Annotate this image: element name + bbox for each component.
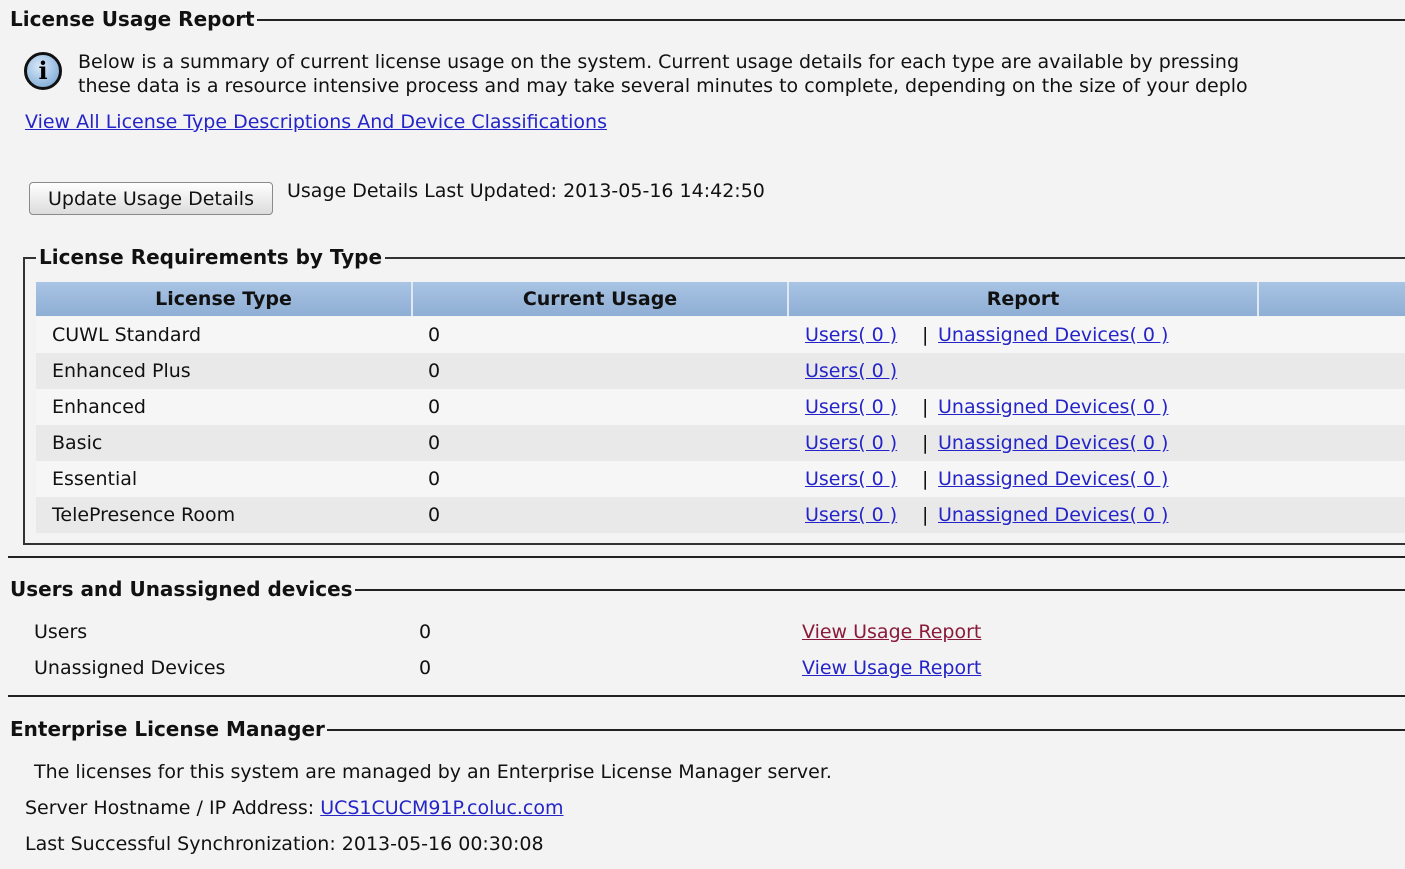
info-text-line1: Below is a summary of current license us… (78, 51, 1240, 73)
section-title-users-unassigned: Users and Unassigned devices (8, 577, 355, 601)
column-header-report: Report (789, 282, 1259, 316)
section-title-enterprise-license-manager: Enterprise License Manager (8, 717, 327, 741)
users-label: Users (34, 621, 88, 643)
license-type-cell: TelePresence Room (52, 504, 236, 526)
table-row: Basic 0 Users( 0 ) | Unassigned Devices(… (36, 425, 1405, 461)
table-row: CUWL Standard 0 Users( 0 ) | Unassigned … (36, 317, 1405, 353)
report-separator: | (922, 468, 929, 490)
users-report-link[interactable]: Users( 0 ) (805, 353, 897, 389)
unassigned-devices-view-usage-report-link[interactable]: View Usage Report (802, 657, 981, 679)
unassigned-devices-report-link[interactable]: Unassigned Devices( 0 ) (938, 389, 1168, 425)
info-icon: i (24, 52, 62, 90)
current-usage-cell: 0 (428, 468, 441, 490)
users-report-link[interactable]: Users( 0 ) (805, 425, 897, 461)
table-row: TelePresence Room 0 Users( 0 ) | Unassig… (36, 497, 1405, 533)
report-separator: | (922, 396, 929, 418)
section-title-license-usage-report: License Usage Report (8, 7, 257, 31)
current-usage-cell: 0 (428, 360, 441, 382)
unassigned-devices-label: Unassigned Devices (34, 657, 226, 679)
table-header: License Type Current Usage Report (36, 282, 1405, 316)
last-updated-text: Usage Details Last Updated: 2013-05-16 1… (287, 180, 765, 202)
server-hostname-row: Server Hostname / IP Address: UCS1CUCM91… (25, 797, 564, 819)
license-requirements-title: License Requirements by Type (36, 245, 386, 269)
unassigned-devices-value: 0 (419, 657, 432, 679)
license-type-cell: Enhanced Plus (52, 360, 191, 382)
current-usage-cell: 0 (428, 396, 441, 418)
current-usage-cell: 0 (428, 324, 441, 346)
users-report-link[interactable]: Users( 0 ) (805, 497, 897, 533)
license-type-cell: Basic (52, 432, 103, 454)
users-report-link[interactable]: Users( 0 ) (805, 461, 897, 497)
unassigned-devices-report-link[interactable]: Unassigned Devices( 0 ) (938, 461, 1168, 497)
info-text-line2: these data is a resource intensive proce… (78, 75, 1248, 97)
column-header-extra (1259, 282, 1405, 316)
table-row: Enhanced 0 Users( 0 ) | Unassigned Devic… (36, 389, 1405, 425)
license-type-cell: CUWL Standard (52, 324, 202, 346)
users-value: 0 (419, 621, 432, 643)
license-type-cell: Essential (52, 468, 138, 490)
unassigned-devices-report-link[interactable]: Unassigned Devices( 0 ) (938, 497, 1168, 533)
license-type-cell: Enhanced (52, 396, 146, 418)
report-separator: | (922, 504, 929, 526)
section-end-divider (8, 556, 1405, 558)
unassigned-devices-report-link[interactable]: Unassigned Devices( 0 ) (938, 317, 1168, 353)
elm-description: The licenses for this system are managed… (34, 761, 832, 783)
current-usage-cell: 0 (428, 432, 441, 454)
table-row: Essential 0 Users( 0 ) | Unassigned Devi… (36, 461, 1405, 497)
update-usage-details-button[interactable]: Update Usage Details (29, 182, 273, 215)
column-header-license-type: License Type (36, 282, 413, 316)
unassigned-devices-report-link[interactable]: Unassigned Devices( 0 ) (938, 425, 1168, 461)
report-separator: | (922, 324, 929, 346)
table-row: Enhanced Plus 0 Users( 0 ) (36, 353, 1405, 389)
users-view-usage-report-link[interactable]: View Usage Report (802, 621, 981, 643)
server-hostname-label: Server Hostname / IP Address: (25, 797, 315, 819)
report-separator: | (922, 432, 929, 454)
last-sync-text: Last Successful Synchronization: 2013-05… (25, 833, 544, 855)
column-header-current-usage: Current Usage (413, 282, 789, 316)
current-usage-cell: 0 (428, 504, 441, 526)
server-hostname-link[interactable]: UCS1CUCM91P.coluc.com (320, 797, 563, 819)
view-license-descriptions-link[interactable]: View All License Type Descriptions And D… (25, 111, 607, 133)
users-report-link[interactable]: Users( 0 ) (805, 317, 897, 353)
users-report-link[interactable]: Users( 0 ) (805, 389, 897, 425)
section-end-divider (8, 695, 1405, 697)
